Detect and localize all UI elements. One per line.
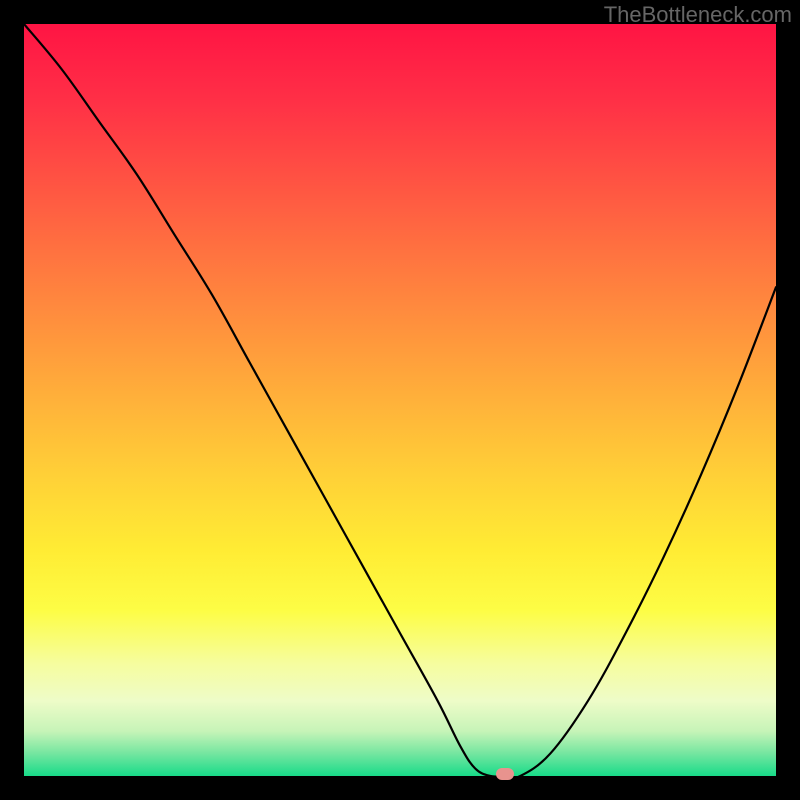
bottleneck-curve bbox=[24, 24, 776, 776]
chart-container: TheBottleneck.com bbox=[0, 0, 800, 800]
optimal-marker bbox=[496, 768, 514, 780]
plot-area bbox=[24, 24, 776, 776]
watermark-text: TheBottleneck.com bbox=[604, 2, 792, 28]
